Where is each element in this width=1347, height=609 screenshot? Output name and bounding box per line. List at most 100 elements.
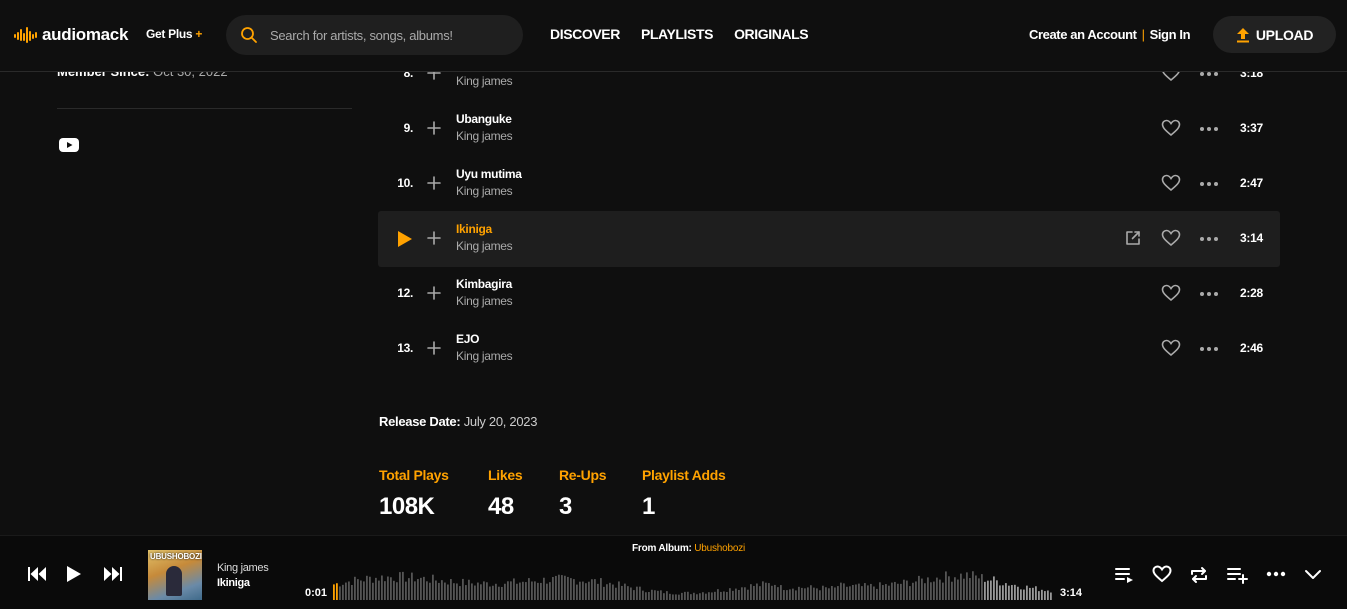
waveform-bar [663,593,665,600]
add-track-icon[interactable] [427,121,441,135]
waveform-bar [810,585,812,600]
waveform-bar [1029,587,1031,600]
waveform-bar [720,591,722,600]
nav-discover[interactable]: DISCOVER [550,26,620,42]
waveform-bar [861,586,863,600]
add-track-icon[interactable] [427,231,441,245]
waveform-bar [888,585,890,600]
more-options-icon[interactable] [1199,181,1219,187]
add-track-icon[interactable] [427,176,441,190]
add-track-icon[interactable] [427,341,441,355]
track-artist[interactable]: King james [456,129,513,143]
waveform-bar [927,577,929,600]
more-options-icon[interactable] [1266,571,1286,577]
logo[interactable]: audiomack [14,24,128,46]
track-artist[interactable]: King james [456,349,513,363]
track-row[interactable]: 9. Ubanguke King james 3:37 [378,101,1280,157]
nav-originals[interactable]: ORIGINALS [734,26,809,42]
player-title[interactable]: Ikiniga [217,577,250,589]
upload-button[interactable]: UPLOAD [1213,16,1336,53]
track-row[interactable]: 10. Uyu mutima King james 2:47 [378,156,1280,212]
queue-icon[interactable] [1115,566,1135,584]
track-row[interactable]: Ikiniga King james 3:14 [378,211,1280,267]
waveform-bar [570,578,572,600]
waveform-bar [348,581,350,600]
waveform-bar [591,579,593,600]
add-track-icon[interactable] [427,286,441,300]
share-icon[interactable] [1125,230,1141,246]
track-title[interactable]: EJO [456,332,479,346]
waveform-bar [516,583,518,600]
player-artist[interactable]: King james [217,562,269,574]
waveform-bar [711,592,713,600]
waveform-bar [642,590,644,600]
track-duration: 3:14 [1240,231,1263,245]
waveform-bar [609,582,611,600]
repeat-icon[interactable] [1189,566,1209,584]
heart-icon[interactable] [1152,565,1172,583]
more-options-icon[interactable] [1199,346,1219,352]
track-row[interactable]: 13. EJO King james 2:46 [378,321,1280,377]
waveform-bar [741,587,743,600]
from-album-link[interactable]: Ubushobozi [694,543,745,554]
track-title[interactable]: Kimbagira [456,277,512,291]
track-row[interactable]: 12. Kimbagira King james 2:28 [378,266,1280,322]
waveform-bar [603,586,605,600]
heart-icon[interactable] [1161,119,1181,137]
waveform-bar [465,585,467,600]
track-title[interactable]: Uyu mutima [456,167,522,181]
waveform-bar [930,582,932,600]
nav-playlists[interactable]: PLAYLISTS [641,26,714,42]
more-options-icon[interactable] [1199,236,1219,242]
waveform-bar [972,571,974,600]
youtube-icon[interactable] [59,138,79,152]
more-options-icon[interactable] [1199,126,1219,132]
search-input[interactable] [270,27,510,43]
next-icon[interactable] [102,566,122,582]
waveform-bar [891,582,893,600]
heart-icon[interactable] [1161,284,1181,302]
track-artist[interactable]: King james [456,74,513,88]
waveform-bar [618,581,620,600]
waveform-bar [987,580,989,600]
track-title[interactable]: Ubanguke [456,112,512,126]
waveform-bar [411,572,413,600]
more-options-icon[interactable] [1199,291,1219,297]
waveform-bar [1035,586,1037,600]
waveform-bar [744,587,746,600]
waveform-bar [771,585,773,600]
waveform-bar [954,577,956,600]
heart-icon[interactable] [1161,174,1181,192]
waveform-bar [546,583,548,600]
play-track-icon[interactable] [397,230,413,248]
heart-icon[interactable] [1161,339,1181,357]
track-number: 9. [403,121,414,135]
stat-total-plays: Total Plays 108K [379,467,449,521]
get-plus-link[interactable]: Get Plus + [146,27,202,41]
sign-in-link[interactable]: Sign In [1150,27,1191,42]
create-account-link[interactable]: Create an Account [1029,27,1137,42]
waveform-bar [420,577,422,600]
waveform-bar [507,581,509,600]
add-to-playlist-icon[interactable] [1227,566,1249,584]
waveform-bar [870,583,872,600]
waveform-bar [858,583,860,600]
track-artist[interactable]: King james [456,239,513,253]
waveform-bar [1047,590,1049,600]
stat-value: 3 [559,493,572,520]
play-icon[interactable] [66,565,82,583]
previous-icon[interactable] [28,566,48,582]
waveform-bar [849,586,851,600]
search-bar[interactable] [226,15,523,55]
stat-likes: Likes 48 [488,467,523,521]
heart-icon[interactable] [1161,229,1181,247]
waveform-bar [630,587,632,600]
track-artist[interactable]: King james [456,184,513,198]
chevron-down-icon[interactable] [1304,569,1322,581]
album-cover[interactable]: UBUSHOBOZI [148,550,202,600]
track-title[interactable]: Ikiniga [456,222,492,236]
from-album: From Album: Ubushobozi [632,543,745,554]
waveform-seekbar[interactable] [333,564,1053,600]
track-artist[interactable]: King james [456,294,513,308]
waveform-bar [552,576,554,600]
